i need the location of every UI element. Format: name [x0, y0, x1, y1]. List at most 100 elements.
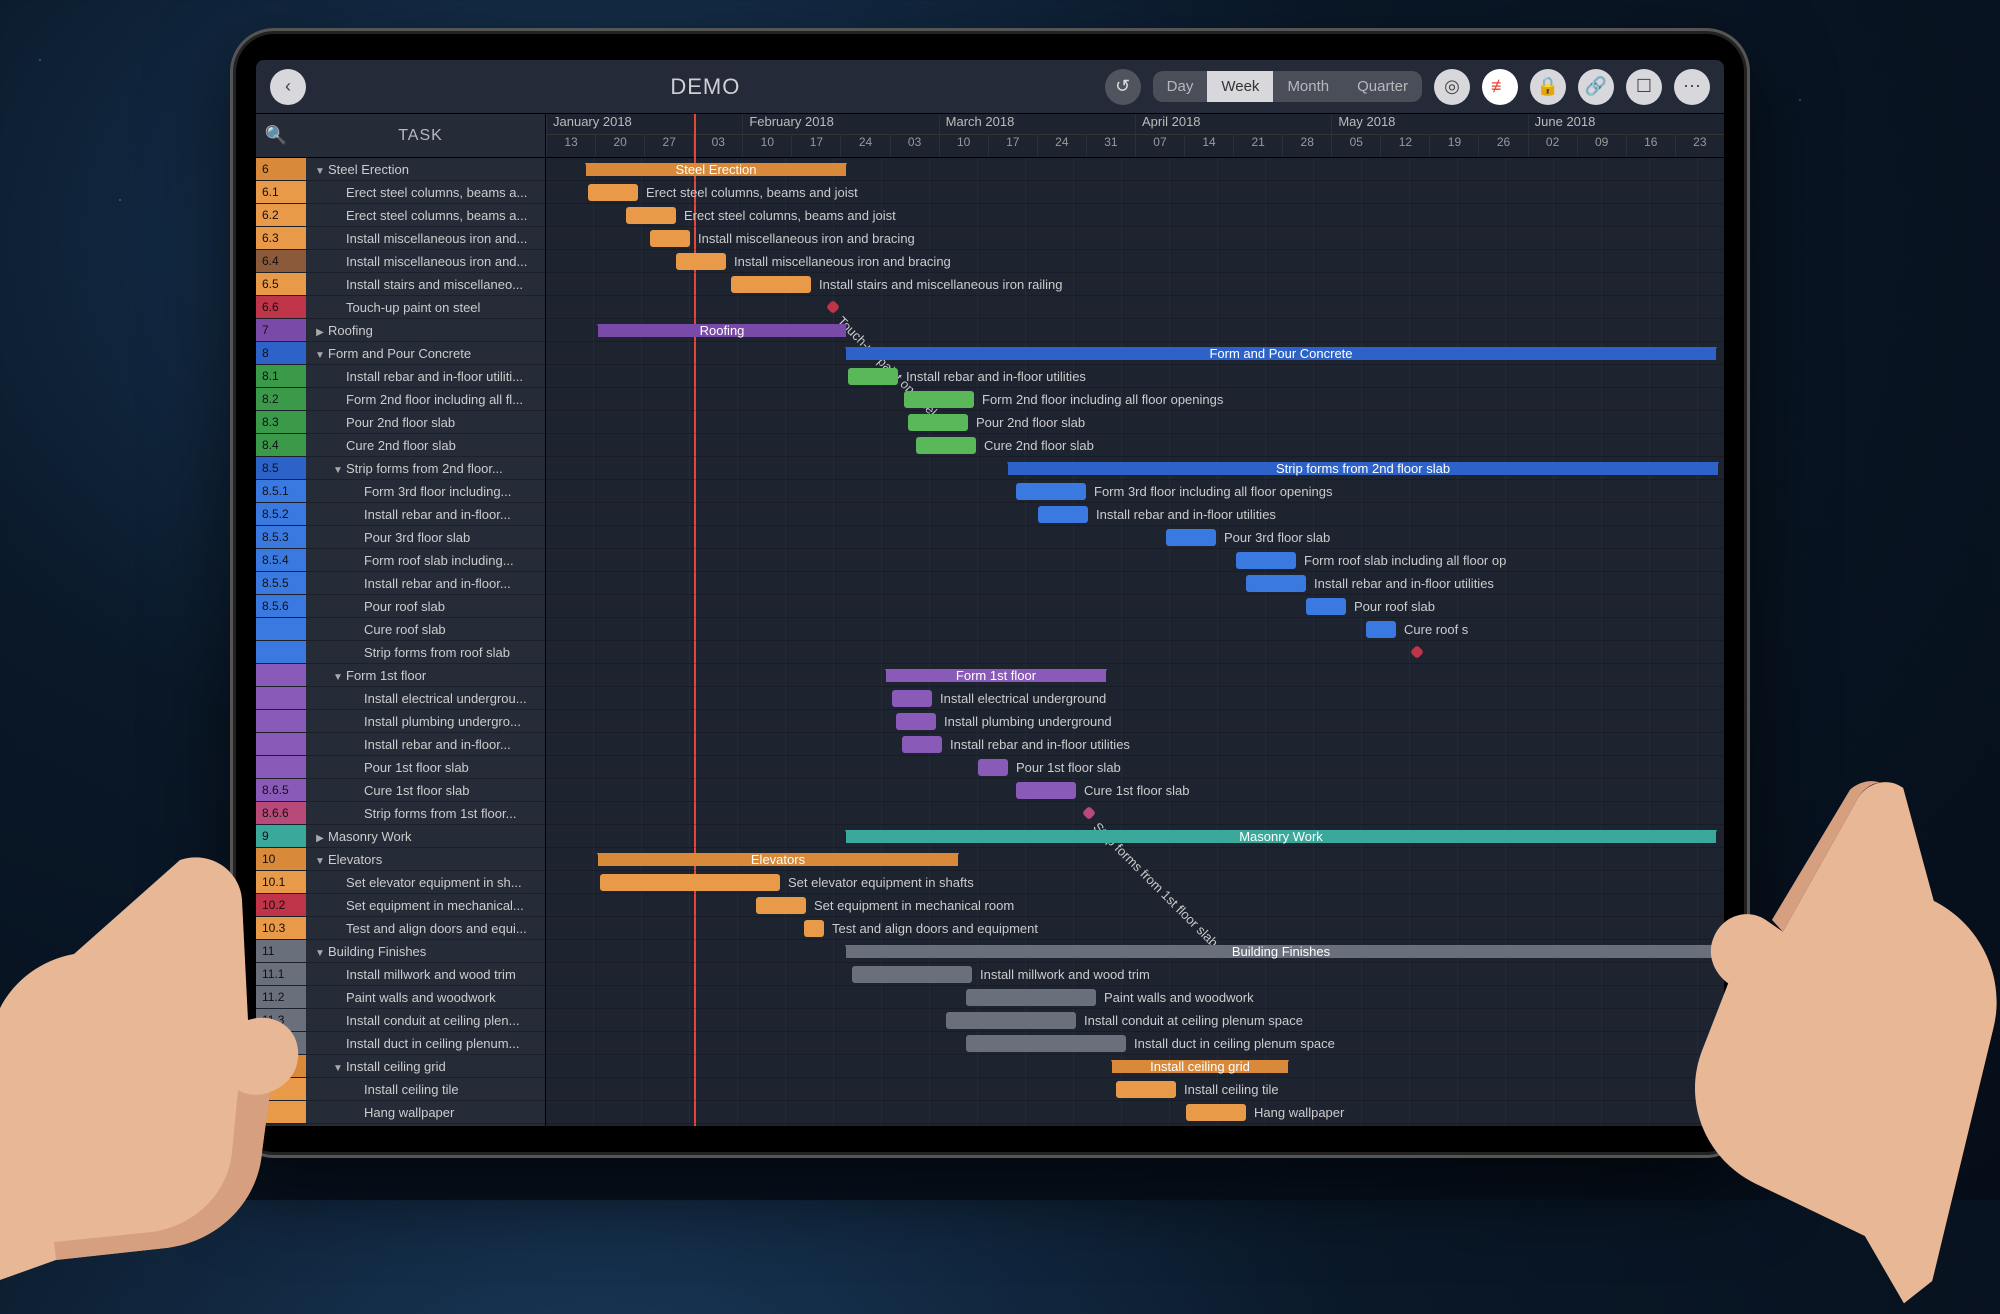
task-row[interactable]: Hang wallpaper	[256, 1101, 545, 1124]
filter-button[interactable]: ≢	[1482, 69, 1518, 105]
task-row[interactable]: 8.6.5Cure 1st floor slab	[256, 779, 545, 802]
gantt-bar[interactable]: Set elevator equipment in shafts	[600, 874, 780, 891]
task-row[interactable]: 6.1Erect steel columns, beams a...	[256, 181, 545, 204]
gantt-row[interactable]: Install rebar and in-floor utilities	[546, 572, 1724, 595]
back-button[interactable]: ‹	[270, 69, 306, 105]
task-row[interactable]: 8.6.6Strip forms from 1st floor...	[256, 802, 545, 825]
gantt-row[interactable]: Install duct in ceiling plenum space	[546, 1032, 1724, 1055]
gantt-bar[interactable]: Form roof slab including all floor op	[1236, 552, 1296, 569]
gantt-bar[interactable]: Pour roof slab	[1306, 598, 1346, 615]
task-row[interactable]: 8.3Pour 2nd floor slab	[256, 411, 545, 434]
gantt-bar[interactable]: Install rebar and in-floor utilities	[902, 736, 942, 753]
task-row[interactable]: Cure roof slab	[256, 618, 545, 641]
gantt-bar[interactable]: Touch-up paint on steel	[826, 300, 840, 314]
gantt-bar[interactable]: Roofing	[598, 324, 846, 337]
task-row[interactable]: 8.5.6Pour roof slab	[256, 595, 545, 618]
task-row[interactable]: 6▼Steel Erection	[256, 158, 545, 181]
task-row[interactable]: 6.4Install miscellaneous iron and...	[256, 250, 545, 273]
link-button[interactable]: 🔗	[1578, 69, 1614, 105]
task-row[interactable]: 7▶Roofing	[256, 319, 545, 342]
gantt-bar[interactable]	[1410, 645, 1424, 659]
task-row[interactable]: 8.5.3Pour 3rd floor slab	[256, 526, 545, 549]
gantt-bar[interactable]: Building Finishes	[846, 945, 1716, 958]
gantt-bar[interactable]: Test and align doors and equipment	[804, 920, 824, 937]
gantt-row[interactable]: Erect steel columns, beams and joist	[546, 181, 1724, 204]
task-row[interactable]: 8.4Cure 2nd floor slab	[256, 434, 545, 457]
gantt-row[interactable]: Form and Pour Concrete	[546, 342, 1724, 365]
task-row[interactable]: 8.1Install rebar and in-floor utiliti...	[256, 365, 545, 388]
task-row[interactable]: 6.2Erect steel columns, beams a...	[256, 204, 545, 227]
gantt-row[interactable]: Form roof slab including all floor op	[546, 549, 1724, 572]
gantt-bar[interactable]: Masonry Work	[846, 830, 1716, 843]
task-row[interactable]: Pour 1st floor slab	[256, 756, 545, 779]
task-row[interactable]: 10▼Elevators	[256, 848, 545, 871]
task-row[interactable]: 6.6Touch-up paint on steel	[256, 296, 545, 319]
gantt-row[interactable]: Install conduit at ceiling plenum space	[546, 1009, 1724, 1032]
task-row[interactable]: 11.1Install millwork and wood trim	[256, 963, 545, 986]
task-row[interactable]: 11.2Paint walls and woodwork	[256, 986, 545, 1009]
task-row[interactable]: 8.5.2Install rebar and in-floor...	[256, 503, 545, 526]
time-scale-segmented[interactable]: Day Week Month Quarter	[1153, 71, 1422, 102]
gantt-row[interactable]: Install rebar and in-floor utilities	[546, 503, 1724, 526]
gantt-bar[interactable]: Pour 1st floor slab	[978, 759, 1008, 776]
gantt-row[interactable]: Touch-up paint on steel	[546, 296, 1724, 319]
task-row[interactable]: 10.1Set elevator equipment in sh...	[256, 871, 545, 894]
gantt-bar[interactable]: Cure 2nd floor slab	[916, 437, 976, 454]
gantt-bar[interactable]: Strip forms from 2nd floor slab	[1008, 462, 1718, 475]
gantt-row[interactable]: Install miscellaneous iron and bracing	[546, 250, 1724, 273]
gantt-bar[interactable]: Install stairs and miscellaneous iron ra…	[731, 276, 811, 293]
gantt-row[interactable]: Install electrical underground	[546, 687, 1724, 710]
task-row[interactable]: 6.5Install stairs and miscellaneo...	[256, 273, 545, 296]
undo-button[interactable]: ↺	[1105, 69, 1141, 105]
task-row[interactable]: 8.5.1Form 3rd floor including...	[256, 480, 545, 503]
gantt-row[interactable]: Steel Erection	[546, 158, 1724, 181]
gantt-bar[interactable]: Strip forms from 1st floor slab	[1082, 806, 1096, 820]
gantt-row[interactable]: Paint walls and woodwork	[546, 986, 1724, 1009]
target-button[interactable]: ◎	[1434, 69, 1470, 105]
seg-month[interactable]: Month	[1273, 71, 1343, 102]
gantt-row[interactable]: Install miscellaneous iron and bracing	[546, 227, 1724, 250]
lock-button[interactable]: 🔒	[1530, 69, 1566, 105]
seg-day[interactable]: Day	[1153, 71, 1208, 102]
gantt-row[interactable]: Install plumbing underground	[546, 710, 1724, 733]
gantt-bar[interactable]: Install electrical underground	[892, 690, 932, 707]
task-row[interactable]: 8.5▼Strip forms from 2nd floor...	[256, 457, 545, 480]
gantt-row[interactable]: Masonry Work	[546, 825, 1724, 848]
gantt-bar[interactable]: Install plumbing underground	[896, 713, 936, 730]
gantt-row[interactable]: Install stairs and miscellaneous iron ra…	[546, 273, 1724, 296]
gantt-bar[interactable]: Erect steel columns, beams and joist	[588, 184, 638, 201]
gantt-bar[interactable]: Erect steel columns, beams and joist	[626, 207, 676, 224]
gantt-bar[interactable]: Steel Erection	[586, 163, 846, 176]
gantt-row[interactable]: Cure 1st floor slab	[546, 779, 1724, 802]
gantt-bar[interactable]: Pour 2nd floor slab	[908, 414, 968, 431]
gantt-row[interactable]: Cure 2nd floor slab	[546, 434, 1724, 457]
gantt-row[interactable]: Pour 3rd floor slab	[546, 526, 1724, 549]
task-row[interactable]: 10.2Set equipment in mechanical...	[256, 894, 545, 917]
task-row[interactable]: 9▶Masonry Work	[256, 825, 545, 848]
gantt-row[interactable]: Elevators	[546, 848, 1724, 871]
task-row[interactable]: ▼Form 1st floor	[256, 664, 545, 687]
gantt-row[interactable]: Test and align doors and equipment	[546, 917, 1724, 940]
task-row[interactable]: Install ceiling tile	[256, 1078, 545, 1101]
gantt-row[interactable]: Roofing	[546, 319, 1724, 342]
gantt-bar[interactable]: Form 1st floor	[886, 669, 1106, 682]
gantt-bar[interactable]: Elevators	[598, 853, 958, 866]
gantt-rows[interactable]: Steel Erection Erect steel columns, beams…	[546, 158, 1724, 1124]
task-row[interactable]: 11.4Install duct in ceiling plenum...	[256, 1032, 545, 1055]
gantt-row[interactable]: Erect steel columns, beams and joist	[546, 204, 1724, 227]
gantt-bar[interactable]: Install rebar and in-floor utilities	[848, 368, 898, 385]
task-row[interactable]: Install rebar and in-floor...	[256, 733, 545, 756]
gantt-row[interactable]: Pour 2nd floor slab	[546, 411, 1724, 434]
gantt-row[interactable]: Set elevator equipment in shafts	[546, 871, 1724, 894]
gantt-bar[interactable]: Form 3rd floor including all floor openi…	[1016, 483, 1086, 500]
gantt-bar[interactable]: Install miscellaneous iron and bracing	[650, 230, 690, 247]
gantt-row[interactable]: Form 2nd floor including all floor openi…	[546, 388, 1724, 411]
task-row[interactable]: Install electrical undergrou...	[256, 687, 545, 710]
task-row[interactable]: ▼Install ceiling grid	[256, 1055, 545, 1078]
gantt-row[interactable]: Install ceiling tile	[546, 1078, 1724, 1101]
gantt-bar[interactable]: Install conduit at ceiling plenum space	[946, 1012, 1076, 1029]
gantt-row[interactable]: Pour roof slab	[546, 595, 1724, 618]
gantt-bar[interactable]: Form and Pour Concrete	[846, 347, 1716, 360]
gantt-row[interactable]: Form 1st floor	[546, 664, 1724, 687]
task-row[interactable]: 8.2Form 2nd floor including all fl...	[256, 388, 545, 411]
